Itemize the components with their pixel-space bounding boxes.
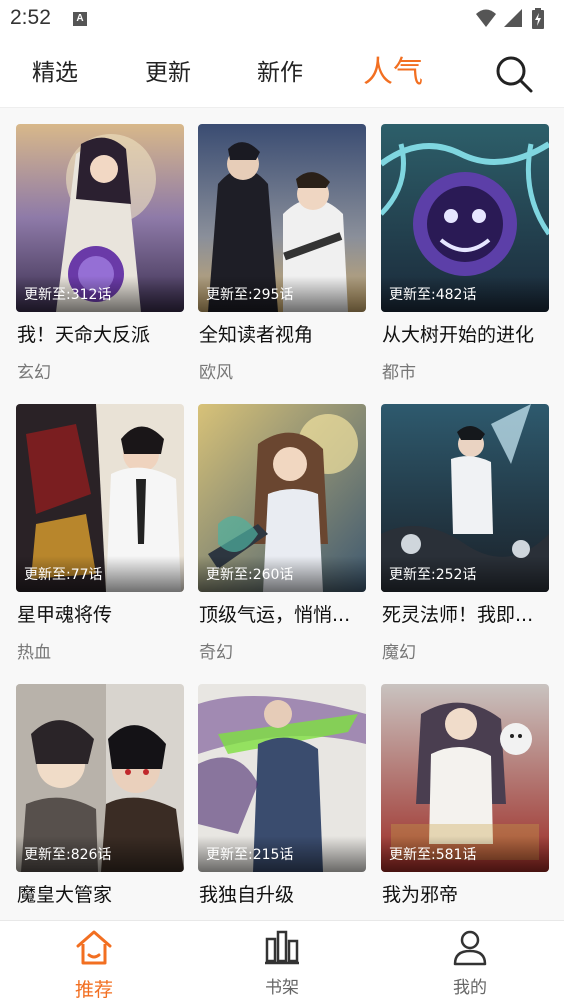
comic-cover: 更新至:77话 xyxy=(16,404,184,592)
comic-genre: 都市 xyxy=(382,363,416,383)
battery-icon xyxy=(532,8,544,29)
update-label: 更新至:482话 xyxy=(389,287,477,303)
comic-title: 全知读者视角 xyxy=(199,324,314,346)
comic-title: 我独自升级 xyxy=(199,884,295,906)
nav-label: 我的 xyxy=(453,978,487,998)
update-label: 更新至:215话 xyxy=(206,847,294,863)
comic-genre: 热血 xyxy=(17,643,51,663)
nav-profile[interactable]: 我的 xyxy=(410,921,530,1002)
tab-new[interactable]: 新作 xyxy=(257,38,303,108)
comic-title: 从大树开始的进化 xyxy=(382,324,535,346)
comic-cover: 更新至:260话 xyxy=(198,404,366,592)
comic-title: 我为邪帝 xyxy=(382,884,459,906)
status-bar: 2:52 A xyxy=(0,0,564,38)
top-tabs: 精选 更新 新作 人气 xyxy=(0,38,564,108)
comic-card[interactable]: 更新至:581话 我为邪帝 xyxy=(381,668,549,920)
comic-title: 顶级气运，悄悄... xyxy=(199,604,351,626)
comic-cover: 更新至:215话 xyxy=(198,684,366,872)
nav-recommend[interactable]: 推荐 xyxy=(34,921,154,1002)
update-label: 更新至:312话 xyxy=(24,287,112,303)
comic-card[interactable]: 更新至:295话 全知读者视角 欧风 xyxy=(198,108,366,388)
nav-bookshelf[interactable]: 书架 xyxy=(222,921,342,1002)
comic-cover: 更新至:581话 xyxy=(381,684,549,872)
comic-card[interactable]: 更新至:312话 我！天命大反派 玄幻 xyxy=(16,108,184,388)
update-label: 更新至:295话 xyxy=(206,287,294,303)
tab-updates[interactable]: 更新 xyxy=(145,38,191,108)
profile-icon xyxy=(453,930,487,966)
comic-cover: 更新至:312话 xyxy=(16,124,184,312)
comic-genre: 欧风 xyxy=(199,363,233,383)
notification-a-icon: A xyxy=(73,12,87,26)
bookshelf-icon xyxy=(265,930,299,965)
comic-cover: 更新至:826话 xyxy=(16,684,184,872)
comic-card[interactable]: 更新至:77话 星甲魂将传 热血 xyxy=(16,388,184,668)
search-icon xyxy=(496,56,533,93)
comic-title: 星甲魂将传 xyxy=(17,604,113,626)
update-label: 更新至:77话 xyxy=(24,567,103,583)
cell-signal-icon xyxy=(504,9,522,27)
update-label: 更新至:826话 xyxy=(24,847,112,863)
comic-cover: 更新至:252话 xyxy=(381,404,549,592)
update-label: 更新至:581话 xyxy=(389,847,477,863)
home-icon xyxy=(76,930,112,965)
comic-card[interactable]: 更新至:252话 死灵法师！我即... 魔幻 xyxy=(381,388,549,668)
tab-popular[interactable]: 人气 xyxy=(363,38,423,108)
search-button[interactable] xyxy=(494,54,534,94)
comic-card[interactable]: 更新至:826话 魔皇大管家 xyxy=(16,668,184,920)
comic-card[interactable]: 更新至:215话 我独自升级 xyxy=(198,668,366,920)
wifi-icon xyxy=(476,9,496,27)
comic-title: 我！天命大反派 xyxy=(17,324,151,346)
comic-genre: 奇幻 xyxy=(199,643,233,663)
update-label: 更新至:260话 xyxy=(206,567,294,583)
status-time: 2:52 xyxy=(10,6,51,29)
status-icons xyxy=(476,8,544,29)
nav-label: 书架 xyxy=(265,978,299,998)
comic-card[interactable]: 更新至:260话 顶级气运，悄悄... 奇幻 xyxy=(198,388,366,668)
comic-card[interactable]: 更新至:482话 从大树开始的进化 都市 xyxy=(381,108,549,388)
comic-cover: 更新至:295话 xyxy=(198,124,366,312)
comic-title: 死灵法师！我即... xyxy=(382,604,534,626)
comic-cover: 更新至:482话 xyxy=(381,124,549,312)
comic-grid: 更新至:312话 我！天命大反派 玄幻 更新至:295话 全知读者视角 欧风 更… xyxy=(0,108,564,920)
bottom-nav: 推荐 书架 我的 xyxy=(0,920,564,1002)
comic-genre: 玄幻 xyxy=(17,363,51,383)
comic-genre: 魔幻 xyxy=(382,643,416,663)
comic-title: 魔皇大管家 xyxy=(17,884,113,906)
update-label: 更新至:252话 xyxy=(389,567,477,583)
tab-featured[interactable]: 精选 xyxy=(32,38,78,108)
nav-label: 推荐 xyxy=(74,979,113,1001)
